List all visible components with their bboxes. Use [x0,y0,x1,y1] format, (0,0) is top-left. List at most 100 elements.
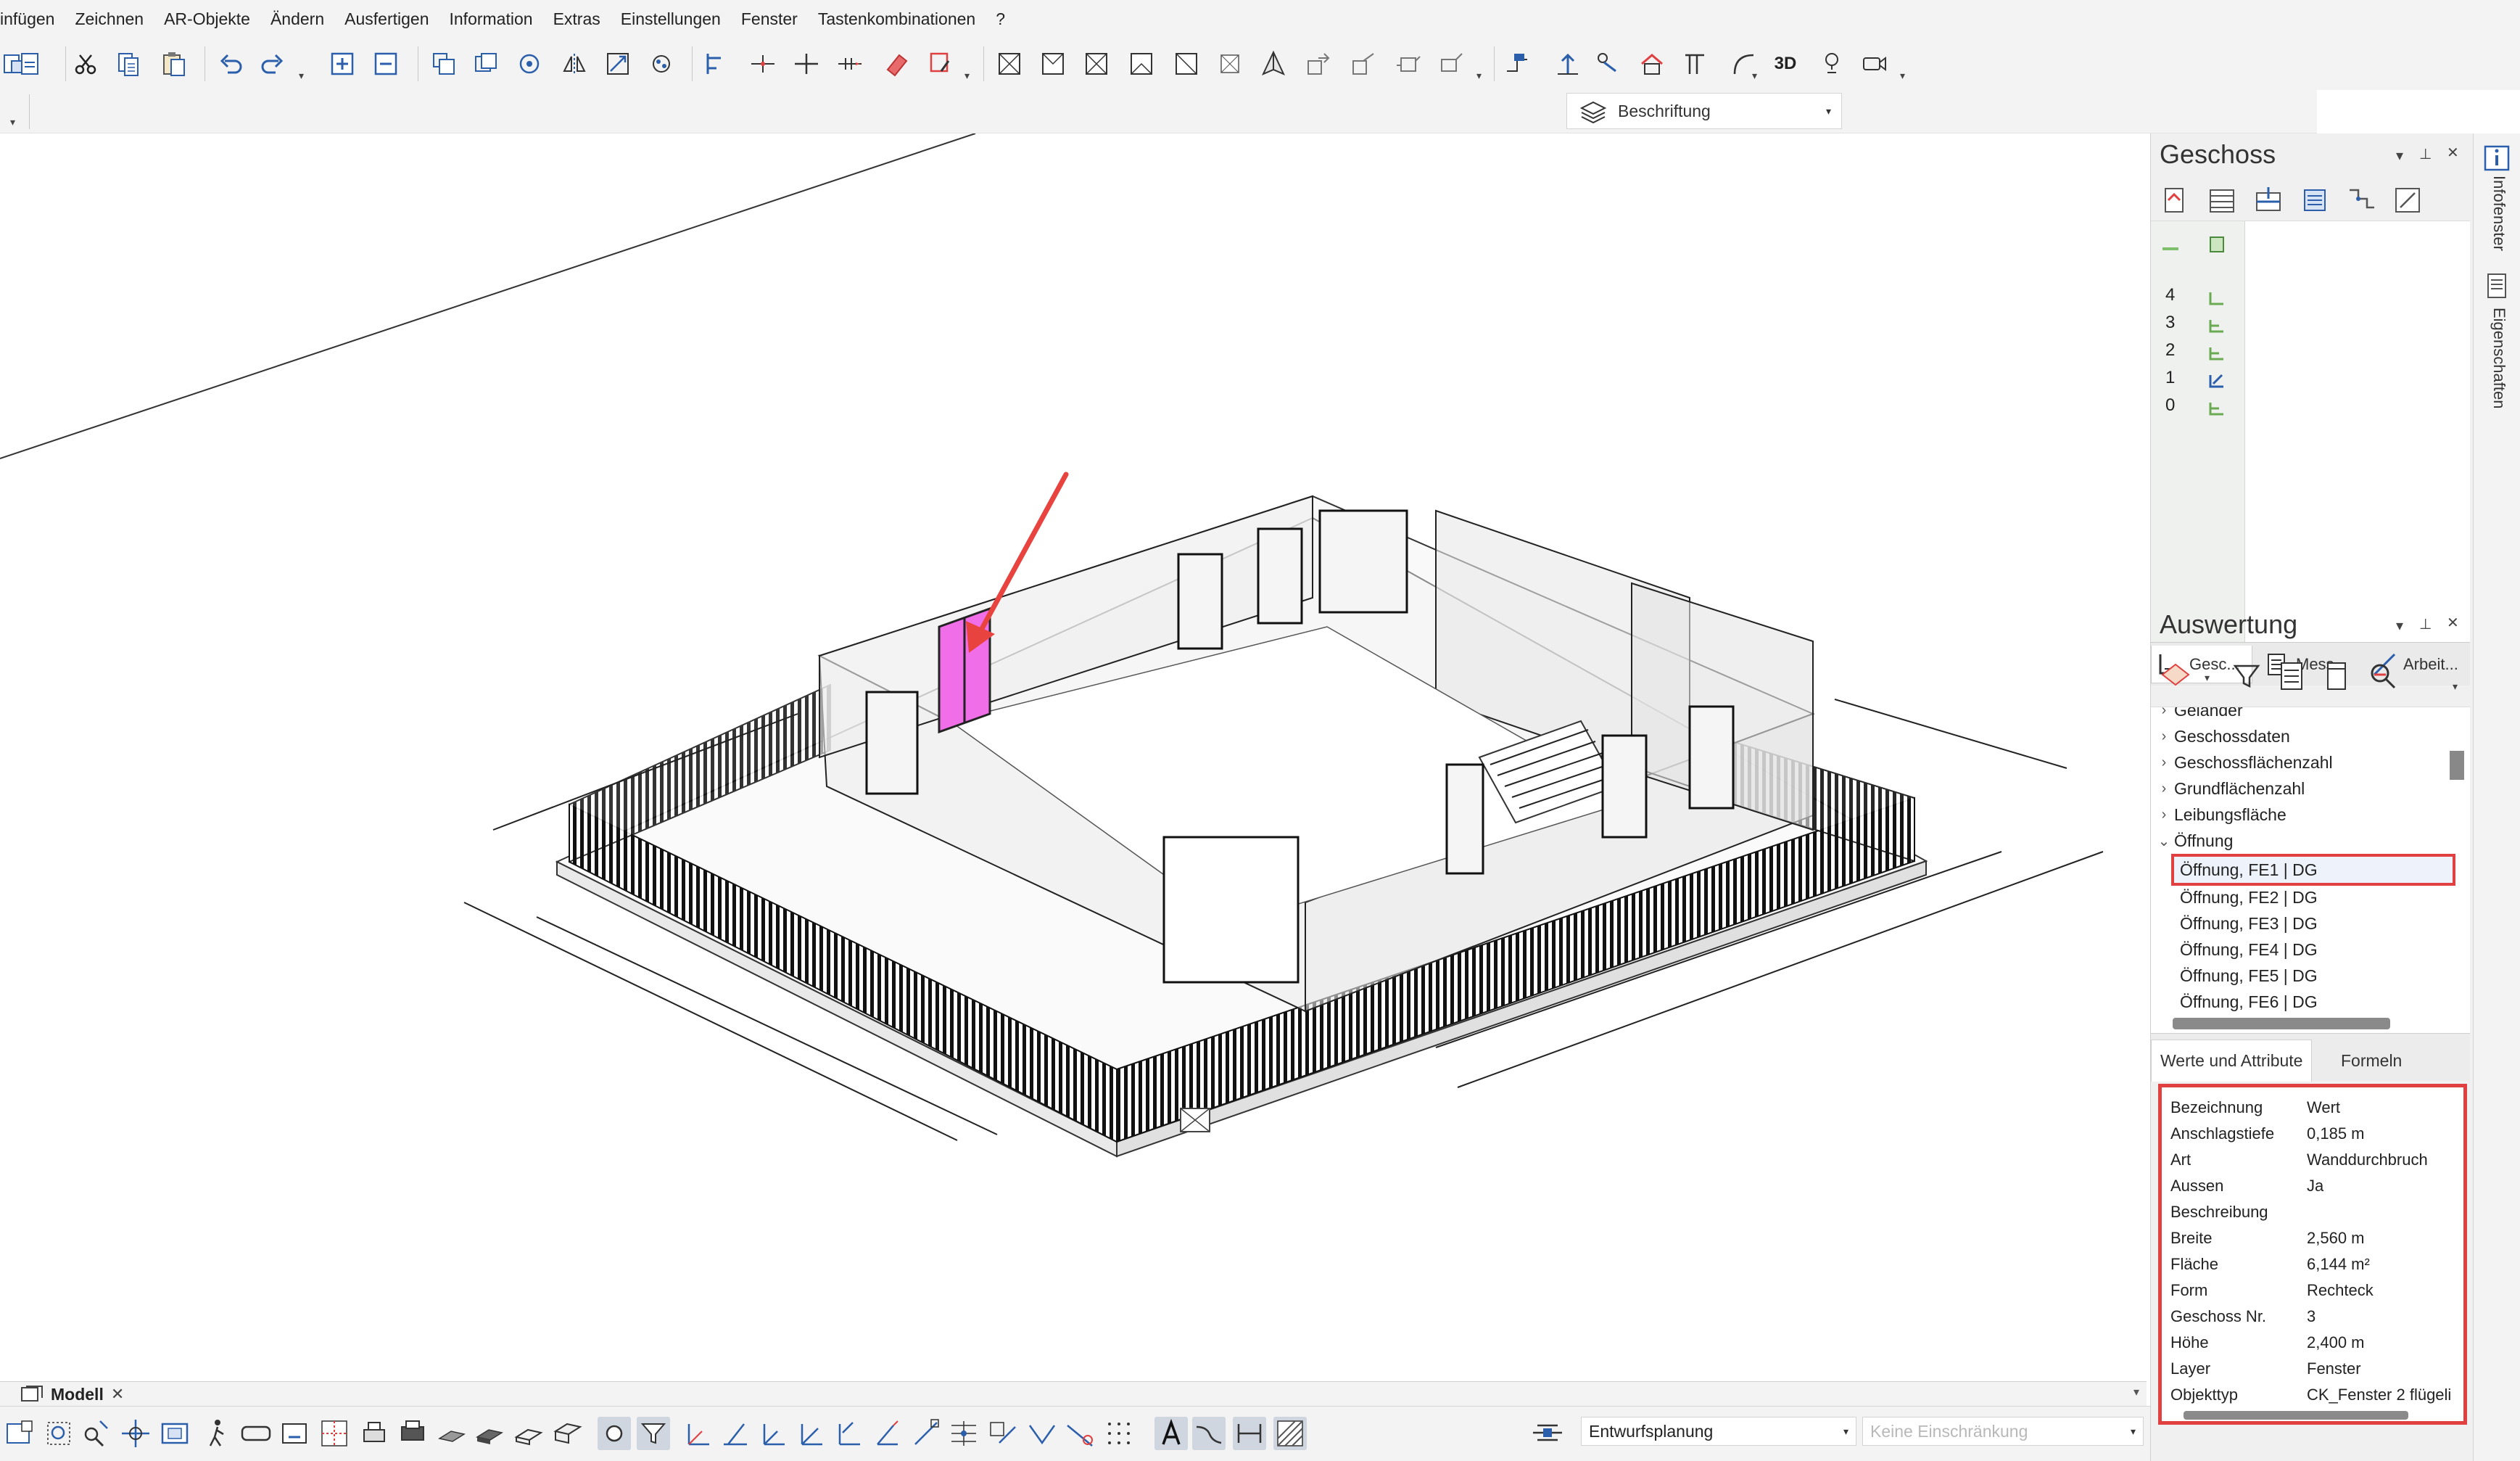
tree-item-leibungsflaeche[interactable]: › Leibungsfläche [2154,802,2286,828]
section-icon[interactable] [1552,48,1584,80]
snap-2-icon[interactable] [986,1417,1020,1450]
door-icon[interactable] [1125,48,1157,80]
wall-icon[interactable] [993,48,1025,80]
menu-information[interactable]: Information [441,9,545,29]
column-icon[interactable] [1170,48,1202,80]
document-tab-modell[interactable]: Modell ✕ [20,1383,124,1405]
infofenster-tab[interactable]: Infofenster [2490,176,2508,251]
tree-child-fe1[interactable]: Öffnung, FE1 | DG [2171,854,2455,886]
house-icon[interactable] [1636,48,1668,80]
tree-item-gelaender[interactable]: › Geländer [2154,707,2243,723]
toolbar-overflow-icon[interactable]: ▾ [2453,680,2458,693]
fit-view-icon[interactable] [158,1417,191,1450]
toolbar-options-icon[interactable]: ▾ [10,116,15,128]
menu-insert[interactable]: infügen [0,9,66,29]
dimension-toggle-icon[interactable] [1233,1417,1266,1450]
pan-icon[interactable] [119,1417,152,1450]
evaluate-dropdown-icon[interactable]: ▾ [2205,672,2210,684]
axis-3-icon[interactable] [756,1417,789,1450]
search-icon[interactable] [2366,659,2400,694]
menu-settings[interactable]: Einstellungen [612,9,732,29]
floor-settings-icon[interactable] [2390,183,2425,218]
zoom-window-icon[interactable] [3,1417,36,1450]
line-style-icon[interactable] [1192,1417,1226,1450]
snap-4-icon[interactable] [1063,1417,1096,1450]
menu-output[interactable]: Ausfertigen [336,9,440,29]
level-icon[interactable] [1501,48,1533,80]
axis-2-icon[interactable] [718,1417,751,1450]
copy-object-icon[interactable] [428,48,460,80]
close-icon[interactable]: ✕ [2447,144,2459,162]
transparent-icon[interactable] [551,1417,584,1450]
floor-stack-icon[interactable] [2251,183,2286,218]
more-dropdown-icon[interactable]: ▾ [1900,70,1905,82]
tree-vertical-scrollbar[interactable] [2450,751,2464,780]
window-icon[interactable] [1081,48,1112,80]
restriction-combo[interactable]: Keine Einschränkung ▾ [1862,1417,2144,1446]
tree-child-fe4[interactable]: Öffnung, FE4 | DG [2180,937,2318,963]
floor-list-icon[interactable] [2205,183,2239,218]
wireframe-icon[interactable] [512,1417,545,1450]
evaluate-icon[interactable] [2158,659,2193,694]
menu-ar-objects[interactable]: AR-Objekte [155,9,262,29]
zoom-region-icon[interactable] [42,1417,75,1450]
floor-row-1[interactable]: 1 [2151,368,2245,394]
plan-structure-icon[interactable] [1530,1418,1565,1447]
panel-menu-icon[interactable]: ▾ [2396,147,2403,165]
tab-formeln[interactable]: Formeln [2332,1040,2410,1082]
camera-dropdown-icon[interactable]: ▾ [1476,70,1482,82]
undo-icon[interactable] [215,48,247,80]
tree-item-geschossdaten[interactable]: › Geschossdaten [2154,723,2290,749]
snap-dots-icon[interactable] [1102,1417,1136,1450]
tree-item-oeffnung[interactable]: ⌄ Öffnung [2154,828,2234,854]
import-icon[interactable] [15,48,46,80]
new-floor-icon[interactable] [2158,183,2193,218]
info-icon[interactable] [2482,144,2511,173]
properties-icon[interactable] [2482,271,2511,300]
shaded-icon[interactable] [473,1417,506,1450]
dimension-icon[interactable] [1680,48,1711,80]
redo-icon[interactable] [257,48,289,80]
scale-icon[interactable] [602,48,634,80]
auswertung-close-icon[interactable]: ✕ [2447,614,2459,632]
vr-icon[interactable] [239,1417,273,1450]
plan-combo[interactable]: Entwurfsplanung ▾ [1581,1417,1856,1446]
floor-row-3[interactable]: 3 [2151,313,2245,339]
offset-icon[interactable] [790,48,822,80]
move-icon[interactable] [747,48,779,80]
redo-dropdown-icon[interactable]: ▾ [299,70,304,82]
expand-icon[interactable]: › [2154,728,2174,745]
snap-3-icon[interactable] [1025,1417,1059,1450]
format-painter-icon[interactable] [925,48,957,80]
floor-structure-icon[interactable] [2344,183,2379,218]
ramp-icon[interactable] [1347,48,1379,80]
eraser-icon[interactable] [880,48,912,80]
cut-icon[interactable] [70,48,102,80]
axis-6-icon[interactable] [869,1417,902,1450]
print-icon[interactable] [357,1417,390,1450]
eigenschaften-tab[interactable]: Eigenschaften [2490,308,2508,408]
arc-dropdown-icon[interactable]: ▾ [1752,70,1757,82]
auswertung-menu-icon[interactable]: ▾ [2396,617,2403,635]
hidden-line-icon[interactable] [435,1417,468,1450]
camera-icon[interactable] [1436,48,1468,80]
collapse-icon[interactable]: ⌄ [2154,832,2174,850]
3d-icon[interactable]: 3D [1769,48,1801,80]
snap-1-icon[interactable] [909,1417,943,1450]
filter-icon[interactable] [2229,659,2264,694]
rotate-icon[interactable] [513,48,545,80]
render-icon[interactable] [278,1417,312,1450]
menu-draw[interactable]: Zeichnen [66,9,155,29]
expand-icon[interactable]: › [2154,754,2174,771]
expand-icon[interactable]: › [2154,781,2174,797]
snap-grid-icon[interactable] [947,1417,980,1450]
tree-child-fe6[interactable]: Öffnung, FE6 | DG [2180,989,2318,1015]
slab-icon[interactable] [1214,48,1246,80]
floor-row-4[interactable]: 4 [2151,285,2245,311]
expand-icon[interactable]: › [2154,707,2174,719]
zoom-icon[interactable] [78,1417,112,1450]
zoom-out-icon[interactable] [370,48,402,80]
extend-icon[interactable] [834,48,866,80]
light-icon[interactable] [1816,48,1848,80]
menu-window[interactable]: Fenster [732,9,809,29]
